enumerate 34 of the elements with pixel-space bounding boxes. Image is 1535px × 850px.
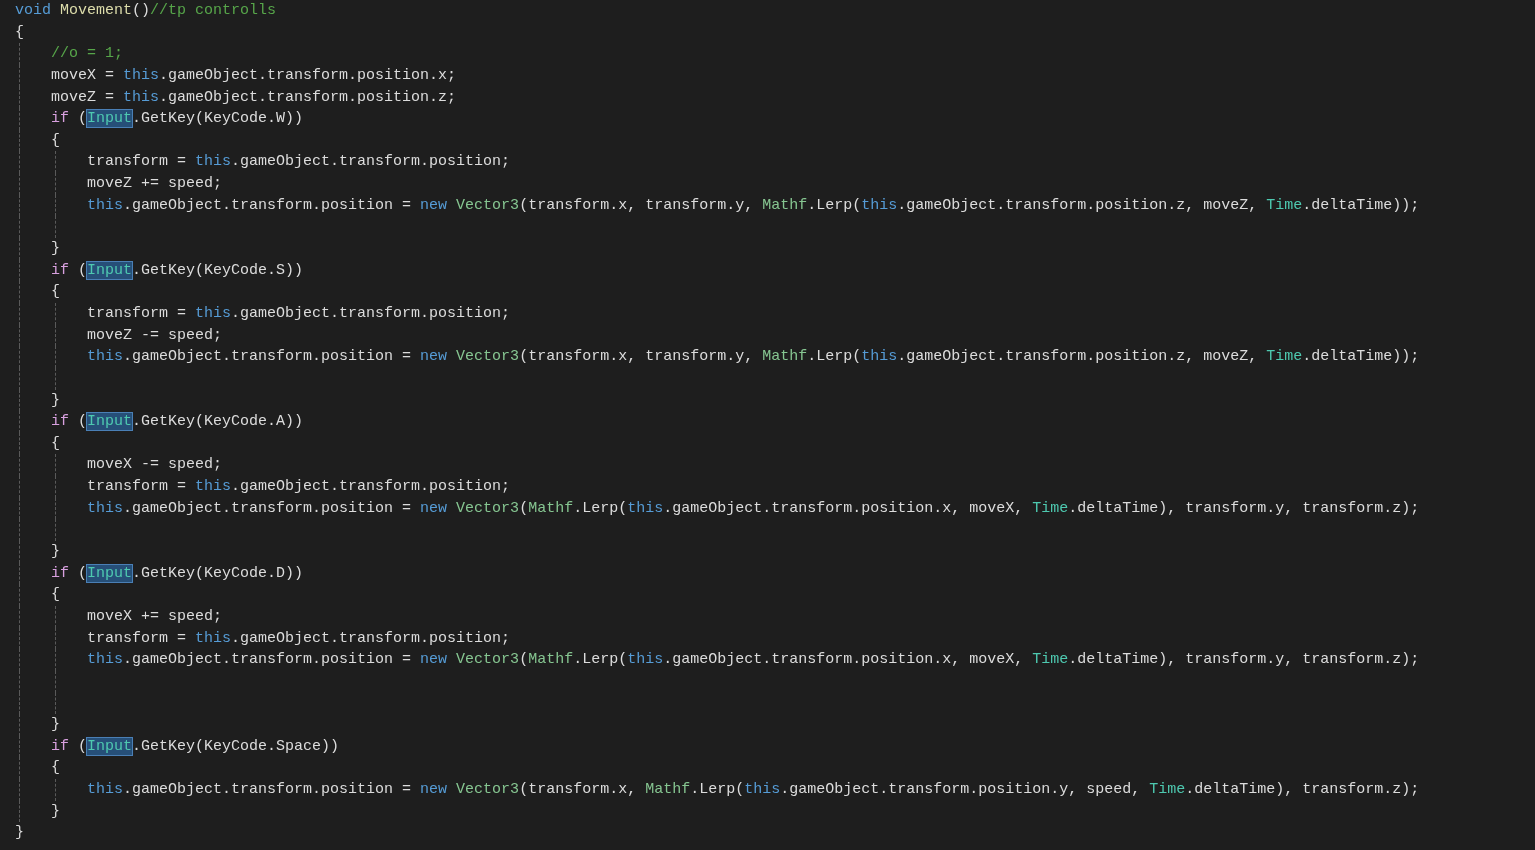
code-line: { xyxy=(50,586,60,604)
code-line: if (Input.GetKey(KeyCode.S)) xyxy=(50,261,304,279)
code-line: { xyxy=(50,283,60,301)
code-line: this.gameObject.transform.position = new Vector3(Mathf.Lerp(this.gameObject.transform.position.x, moveX, Time.deltaTime), transform.y, transform.z); xyxy=(86,651,1420,669)
code-line: if (Input.GetKey(KeyCode.Space)) xyxy=(50,737,340,755)
code-line: if (Input.GetKey(KeyCode.W)) xyxy=(50,110,304,128)
code-line: moveX -= speed; xyxy=(86,456,223,474)
code-line: { xyxy=(50,759,60,777)
code-line: { xyxy=(15,23,24,41)
code-line: moveZ += speed; xyxy=(86,175,223,193)
code-line: if (Input.GetKey(KeyCode.A)) xyxy=(50,413,304,431)
code-line: } xyxy=(15,824,24,842)
code-line: moveX = this.gameObject.transform.position.x; xyxy=(50,66,457,84)
code-line: } xyxy=(50,391,60,409)
code-line: transform = this.gameObject.transform.position; xyxy=(86,629,511,647)
code-line: transform = this.gameObject.transform.position; xyxy=(86,478,511,496)
code-line: this.gameObject.transform.position = new Vector3(transform.x, transform.y, Mathf.Lerp(this.gameObject.transform.position.z, moveZ, Time.deltaTime)); xyxy=(86,348,1420,366)
code-line: void Movement()//tp controlls xyxy=(15,2,277,19)
code-line: } xyxy=(50,543,60,560)
code-line: this.gameObject.transform.position = new Vector3(transform.x, Mathf.Lerp(this.gameObject.transform.position.y, speed, Time.deltaTime), transform.z); xyxy=(86,781,1420,799)
code-line: moveZ = this.gameObject.transform.position.z; xyxy=(50,88,457,106)
code-line: this.gameObject.transform.position = new Vector3(Mathf.Lerp(this.gameObject.transform.position.x, moveX, Time.deltaTime), transform.y, transform.z); xyxy=(86,499,1420,517)
code-line: moveZ -= speed; xyxy=(86,326,223,344)
code-line: this.gameObject.transform.position = new Vector3(transform.x, transform.y, Mathf.Lerp(this.gameObject.transform.position.z, moveZ, Time.deltaTime)); xyxy=(86,196,1420,214)
code-line: //o = 1; xyxy=(50,45,124,63)
code-line: } xyxy=(50,716,60,734)
code-line: transform = this.gameObject.transform.position; xyxy=(86,153,511,171)
code-line: { xyxy=(50,434,60,452)
code-line: transform = this.gameObject.transform.position; xyxy=(86,304,511,322)
code-line: } xyxy=(50,240,60,258)
code-line: } xyxy=(50,802,60,820)
code-line: if (Input.GetKey(KeyCode.D)) xyxy=(50,564,304,582)
code-line: { xyxy=(50,131,60,149)
code-line: moveX += speed; xyxy=(86,607,223,625)
